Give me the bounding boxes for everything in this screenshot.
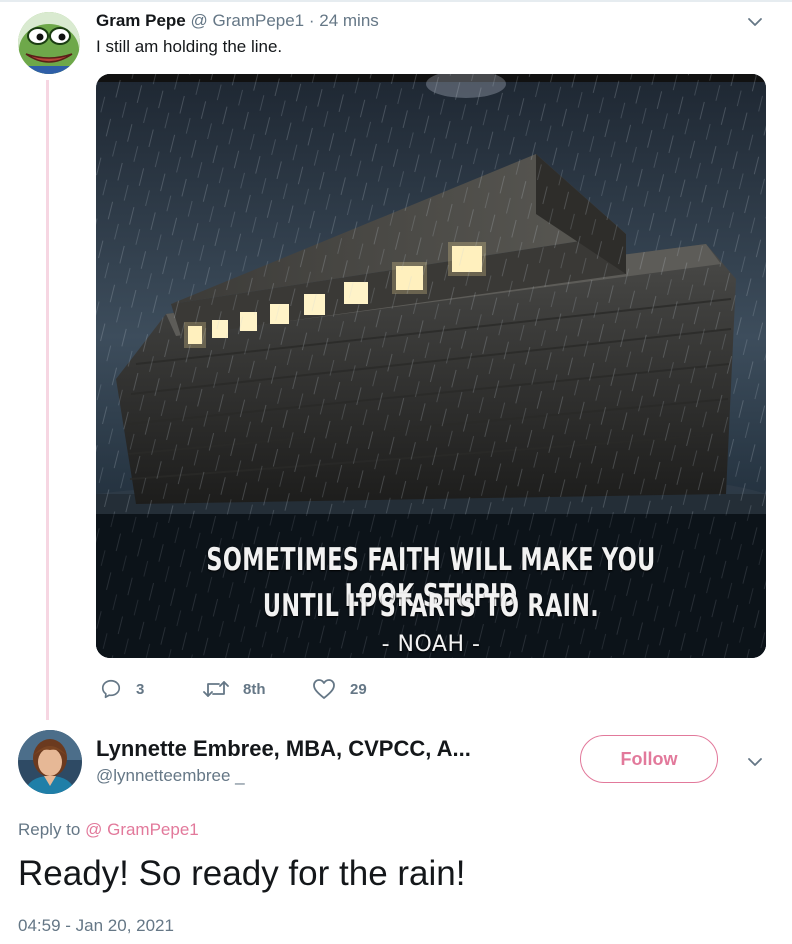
avatar[interactable] [18,730,82,794]
profile-photo [18,730,82,794]
tweet-timestamp[interactable]: 04:59 - Jan 20, 2021 [18,916,174,936]
reply-context: Reply to @ GramPepe1 [18,820,199,840]
retweet-action[interactable]: 8th [203,676,266,702]
author-handle[interactable]: @ GramPepe1 [191,11,305,30]
like-action[interactable]: 29 [312,676,367,702]
avatar[interactable] [18,12,80,74]
author-name[interactable]: Gram Pepe [96,11,186,30]
chevron-down-icon[interactable] [745,12,765,32]
like-count: 29 [350,680,367,698]
reply-action[interactable]: 3 [100,676,144,702]
follow-button[interactable]: Follow [580,735,718,783]
top-divider [0,0,792,2]
reply-count: 3 [136,680,145,698]
author-handle[interactable]: @lynnetteembree _ [96,766,245,786]
tweet-time[interactable]: · 24 mins [309,11,379,30]
image-caption-attribution: - NOAH - [381,632,481,657]
tweet-media-image[interactable]: SOMETIMES FAITH WILL MAKE YOU LOOK STUPI… [96,74,766,658]
reply-to-label: Reply to [18,820,81,839]
retweet-icon [203,681,229,697]
tweet-header: Gram Pepe @ GramPepe1 · 24 mins [96,11,379,31]
image-caption-line-2: UNTIL IT STARTS TO RAIN. [262,588,600,624]
pepe-avatar-image [18,12,80,74]
retweet-count: 8th [243,680,266,698]
reply-icon [101,679,121,699]
tweet-text: I still am holding the line. [96,37,283,56]
like-icon [313,679,335,699]
thread-connector-line [46,80,49,720]
reply-to-handle-link[interactable]: @ GramPepe1 [85,820,199,839]
chevron-down-icon[interactable] [745,752,765,772]
author-name[interactable]: Lynnette Embree, MBA, CVPCC, A... [96,736,471,762]
tweet-text: Ready! So ready for the rain! [18,854,466,893]
